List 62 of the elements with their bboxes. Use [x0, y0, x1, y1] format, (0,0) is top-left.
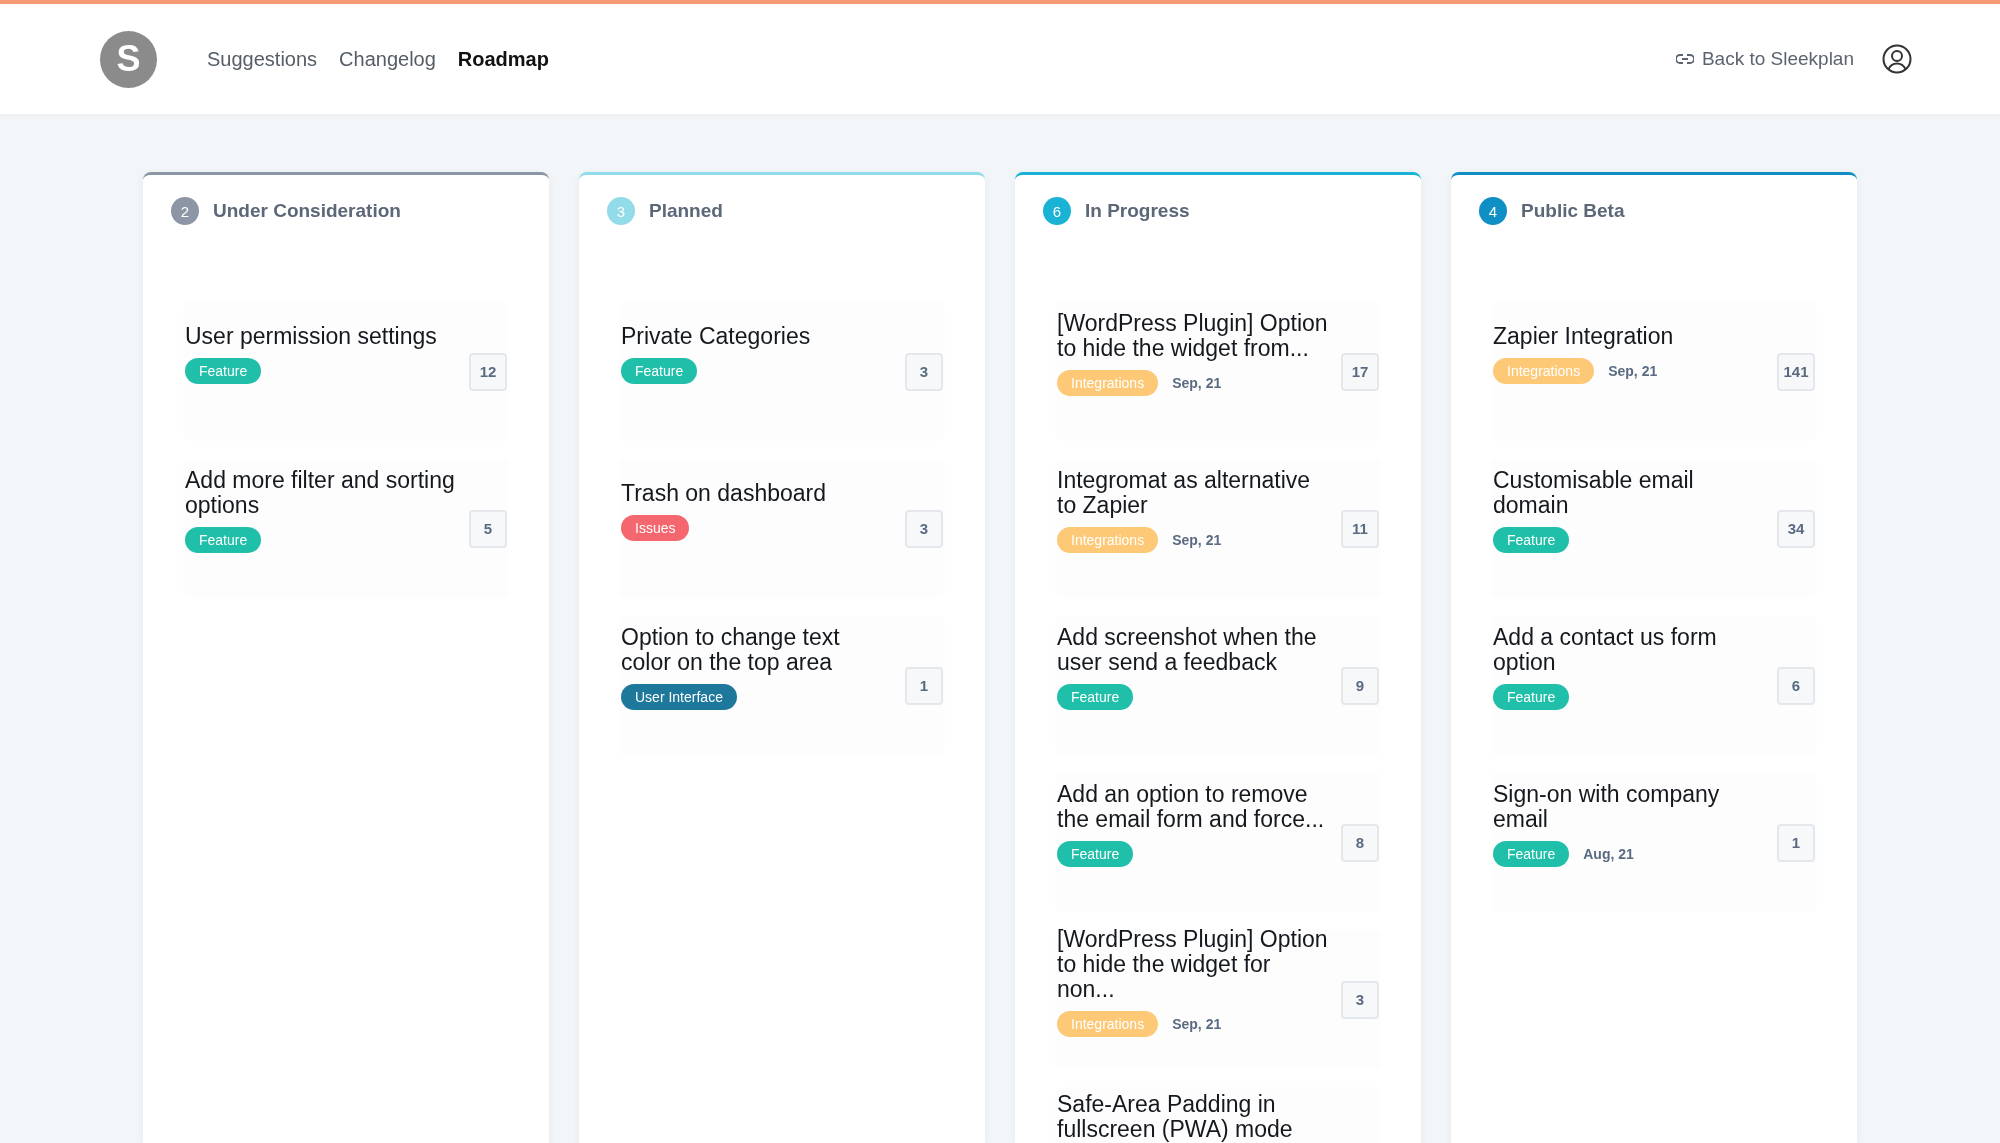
vote-count[interactable]: 8 — [1341, 823, 1379, 862]
category-tag: Feature — [1493, 841, 1570, 867]
card-title: Zapier Integration — [1493, 323, 1675, 349]
category-tag: Feature — [185, 357, 262, 384]
vote-count[interactable]: 6 — [1777, 666, 1815, 705]
card-title: [WordPress Plugin] Option to hide the widget from... — [1057, 311, 1329, 361]
card-title: Private Categories — [621, 323, 812, 349]
card-title: Option to change text color on the top area — [621, 625, 841, 675]
vote-count[interactable]: 5 — [469, 509, 507, 548]
card-date: Aug, 21 — [1583, 846, 1634, 862]
vote-count[interactable]: 11 — [1341, 509, 1379, 548]
category-tag: Integrations — [1057, 370, 1159, 396]
card-date: Sep, 21 — [1608, 362, 1658, 379]
link-icon — [1675, 54, 1694, 64]
category-tag: Issues — [621, 514, 690, 541]
vote-count[interactable]: 34 — [1777, 509, 1815, 548]
card-title: Integromat as alternative to Zapier — [1057, 468, 1312, 518]
logo[interactable]: S — [100, 30, 157, 88]
category-tag: User Interface — [621, 684, 737, 710]
count-badge: 3 — [607, 197, 635, 225]
category-tag: Feature — [185, 527, 262, 553]
vote-count[interactable]: 3 — [905, 352, 943, 391]
column-title: Planned — [649, 199, 723, 223]
vote-count[interactable]: 141 — [1777, 352, 1815, 391]
card-title: Trash on dashboard — [621, 480, 827, 506]
card-date: Sep, 21 — [1172, 532, 1222, 548]
card-title: Add more filter and sorting options — [185, 468, 456, 518]
card-title: Safe-Area Padding in fullscreen (PWA) mode — [1057, 1092, 1294, 1142]
vote-count[interactable]: 12 — [469, 352, 507, 391]
category-tag: Integrations — [1493, 357, 1595, 384]
count-badge: 2 — [171, 197, 199, 225]
card-title: Add a contact us form option — [1493, 625, 1718, 675]
category-tag: Feature — [1493, 527, 1570, 553]
category-tag: Integrations — [1057, 527, 1159, 553]
card-title: User permission settings — [185, 323, 438, 349]
vote-count[interactable]: 1 — [1777, 823, 1815, 862]
vote-count[interactable]: 17 — [1341, 352, 1379, 391]
count-badge: 4 — [1479, 197, 1507, 225]
category-tag: Feature — [1493, 684, 1570, 710]
back-link[interactable]: Back to Sleekplan — [1675, 48, 1854, 70]
vote-count[interactable]: 9 — [1341, 666, 1379, 705]
vote-count[interactable]: 3 — [905, 509, 943, 548]
category-tag: Feature — [1057, 841, 1134, 867]
count-badge: 6 — [1043, 197, 1071, 225]
category-tag: Feature — [621, 357, 698, 384]
user-icon[interactable] — [1882, 44, 1912, 74]
nav-link[interactable]: Changelog — [339, 47, 436, 71]
card-title: Add screenshot when the user send a feedback — [1057, 625, 1318, 675]
column-title: Public Beta — [1521, 199, 1625, 223]
nav-link[interactable]: Roadmap — [457, 47, 549, 71]
column-title: Under Consideration — [213, 199, 401, 223]
nav-link[interactable]: Suggestions — [207, 47, 318, 71]
category-tag: Integrations — [1057, 1010, 1159, 1037]
column-title: In Progress — [1085, 199, 1190, 223]
card-date: Sep, 21 — [1172, 375, 1222, 391]
card-title: Add an option to remove the email form and force... — [1057, 782, 1326, 832]
category-tag: Feature — [1057, 684, 1134, 710]
card-date: Sep, 21 — [1172, 1015, 1222, 1032]
vote-count[interactable]: 1 — [905, 666, 943, 705]
card-title: Customisable email domain — [1493, 468, 1695, 518]
card-title: Sign-on with company email — [1493, 782, 1721, 832]
vote-count[interactable]: 3 — [1341, 980, 1379, 1019]
